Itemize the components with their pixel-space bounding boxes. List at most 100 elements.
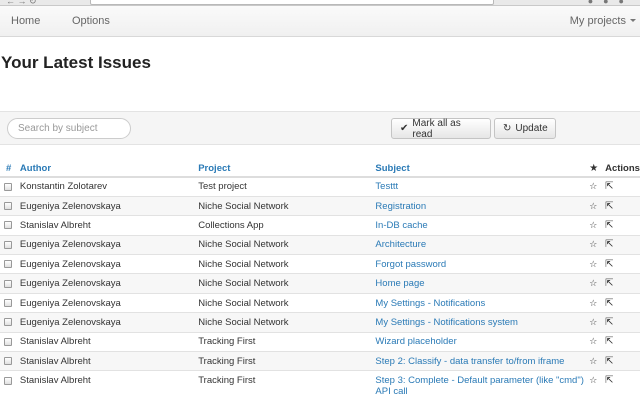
subject-link[interactable]: Forgot password xyxy=(375,259,446,270)
row-checkbox[interactable] xyxy=(4,260,12,269)
header-author[interactable]: Author xyxy=(19,160,199,178)
row-author: Eugeniya Zelenovskaya xyxy=(19,292,199,313)
subject-link[interactable]: Home page xyxy=(375,278,424,289)
subject-link[interactable]: Wizard placeholder xyxy=(375,336,456,347)
row-checkbox[interactable] xyxy=(4,376,12,385)
nav-my-projects-label: My projects xyxy=(569,15,626,27)
refresh-icon: ↻ xyxy=(503,123,512,134)
star-icon[interactable]: ☆ xyxy=(589,292,606,313)
star-icon[interactable]: ☆ xyxy=(589,176,606,197)
page-title: Your Latest Issues xyxy=(1,53,151,72)
share-icon[interactable]: ⇱ xyxy=(605,254,640,274)
subject-link[interactable]: Architecture xyxy=(375,239,426,250)
star-icon[interactable]: ☆ xyxy=(589,273,606,294)
row-subject-cell: Forgot password xyxy=(375,254,590,274)
star-icon[interactable]: ☆ xyxy=(589,351,606,371)
share-icon[interactable]: ⇱ xyxy=(605,370,640,401)
row-select-cell xyxy=(0,331,20,352)
subject-link[interactable]: Step 2: Classify - data transfer to/from… xyxy=(375,356,564,367)
address-bar[interactable] xyxy=(90,0,494,5)
row-select-cell xyxy=(0,312,20,333)
row-subject-cell: Step 3: Complete - Default parameter (li… xyxy=(375,370,590,401)
row-project: Test project xyxy=(198,176,376,197)
share-icon[interactable]: ⇱ xyxy=(605,215,640,236)
nav-options[interactable]: Options xyxy=(72,15,110,27)
header-num[interactable]: # xyxy=(0,160,20,178)
table-row: Eugeniya Zelenovskaya Niche Social Networ… xyxy=(0,254,640,274)
row-checkbox[interactable] xyxy=(4,202,12,211)
row-subject-cell: Wizard placeholder xyxy=(375,331,590,352)
nav-my-projects[interactable]: My projects xyxy=(570,15,636,27)
update-button[interactable]: ↻ Update xyxy=(494,118,556,139)
star-icon[interactable]: ☆ xyxy=(589,254,606,274)
share-icon[interactable]: ⇱ xyxy=(605,292,640,313)
subject-link[interactable]: My Settings - Notifications xyxy=(375,298,485,309)
table-row: Eugeniya Zelenovskaya Niche Social Networ… xyxy=(0,195,640,216)
subject-link[interactable]: My Settings - Notifications system xyxy=(375,317,518,328)
nav-home[interactable]: Home xyxy=(11,15,40,27)
star-icon[interactable]: ☆ xyxy=(589,331,606,352)
mark-all-read-label: Mark all as read xyxy=(412,117,461,140)
row-project: Tracking First xyxy=(198,351,376,371)
share-icon[interactable]: ⇱ xyxy=(605,273,640,294)
row-checkbox[interactable] xyxy=(4,299,12,308)
search-input[interactable] xyxy=(7,118,131,139)
star-icon[interactable]: ☆ xyxy=(589,195,606,216)
share-icon[interactable]: ⇱ xyxy=(605,331,640,352)
row-project: Niche Social Network xyxy=(198,312,376,333)
header-project[interactable]: Project xyxy=(198,160,376,178)
row-select-cell xyxy=(0,254,20,274)
table-row: Eugeniya Zelenovskaya Niche Social Networ… xyxy=(0,273,640,294)
row-author: Konstantin Zolotarev xyxy=(19,176,199,197)
row-checkbox[interactable] xyxy=(4,357,12,366)
row-author: Stanislav Albreht xyxy=(19,351,199,371)
row-project: Niche Social Network xyxy=(198,273,376,294)
star-icon[interactable]: ☆ xyxy=(589,234,606,255)
star-icon[interactable]: ☆ xyxy=(589,370,606,401)
issues-table: # Author Project Subject ★ Actions Konst… xyxy=(0,160,640,401)
table-row: Eugeniya Zelenovskaya Niche Social Networ… xyxy=(0,292,640,313)
share-icon[interactable]: ⇱ xyxy=(605,351,640,371)
share-icon[interactable]: ⇱ xyxy=(605,234,640,255)
row-author: Stanislav Albreht xyxy=(19,215,199,236)
share-icon[interactable]: ⇱ xyxy=(605,312,640,333)
row-checkbox[interactable] xyxy=(4,337,12,346)
row-checkbox[interactable] xyxy=(4,221,12,230)
star-icon[interactable]: ☆ xyxy=(589,312,606,333)
row-subject-cell: Home page xyxy=(375,273,590,294)
table-row: Eugeniya Zelenovskaya Niche Social Networ… xyxy=(0,234,640,255)
top-navbar: Home Options My projects xyxy=(0,6,640,37)
table-row: Eugeniya Zelenovskaya Niche Social Networ… xyxy=(0,312,640,333)
row-author: Eugeniya Zelenovskaya xyxy=(19,254,199,274)
chevron-down-icon xyxy=(630,19,636,22)
row-checkbox[interactable] xyxy=(4,318,12,327)
row-project: Niche Social Network xyxy=(198,254,376,274)
row-subject-cell: Registration xyxy=(375,195,590,216)
share-icon[interactable]: ⇱ xyxy=(605,195,640,216)
row-checkbox[interactable] xyxy=(4,279,12,288)
subject-link[interactable]: Step 3: Complete - Default parameter (li… xyxy=(375,375,583,397)
subject-link[interactable]: Testtt xyxy=(375,181,398,192)
row-project: Tracking First xyxy=(198,370,376,401)
row-author: Eugeniya Zelenovskaya xyxy=(19,273,199,294)
share-icon[interactable]: ⇱ xyxy=(605,176,640,197)
star-icon[interactable]: ☆ xyxy=(589,215,606,236)
header-star-icon[interactable]: ★ xyxy=(589,160,606,178)
row-project: Tracking First xyxy=(198,331,376,352)
row-subject-cell: My Settings - Notifications xyxy=(375,292,590,313)
table-row: Stanislav Albreht Collections App In-DB ca… xyxy=(0,215,640,236)
row-select-cell xyxy=(0,176,20,197)
mark-all-read-button[interactable]: ✔ Mark all as read xyxy=(391,117,491,140)
row-checkbox[interactable] xyxy=(4,182,12,191)
row-select-cell xyxy=(0,351,20,371)
header-subject[interactable]: Subject xyxy=(375,160,590,178)
row-select-cell xyxy=(0,370,20,401)
row-project: Collections App xyxy=(198,215,376,236)
row-subject-cell: Step 2: Classify - data transfer to/from… xyxy=(375,351,590,371)
row-select-cell xyxy=(0,292,20,313)
subject-link[interactable]: Registration xyxy=(375,201,426,212)
toolbar: ✔ Mark all as read ↻ Update xyxy=(0,111,640,145)
row-project: Niche Social Network xyxy=(198,195,376,216)
row-checkbox[interactable] xyxy=(4,240,12,249)
subject-link[interactable]: In-DB cache xyxy=(375,220,427,231)
